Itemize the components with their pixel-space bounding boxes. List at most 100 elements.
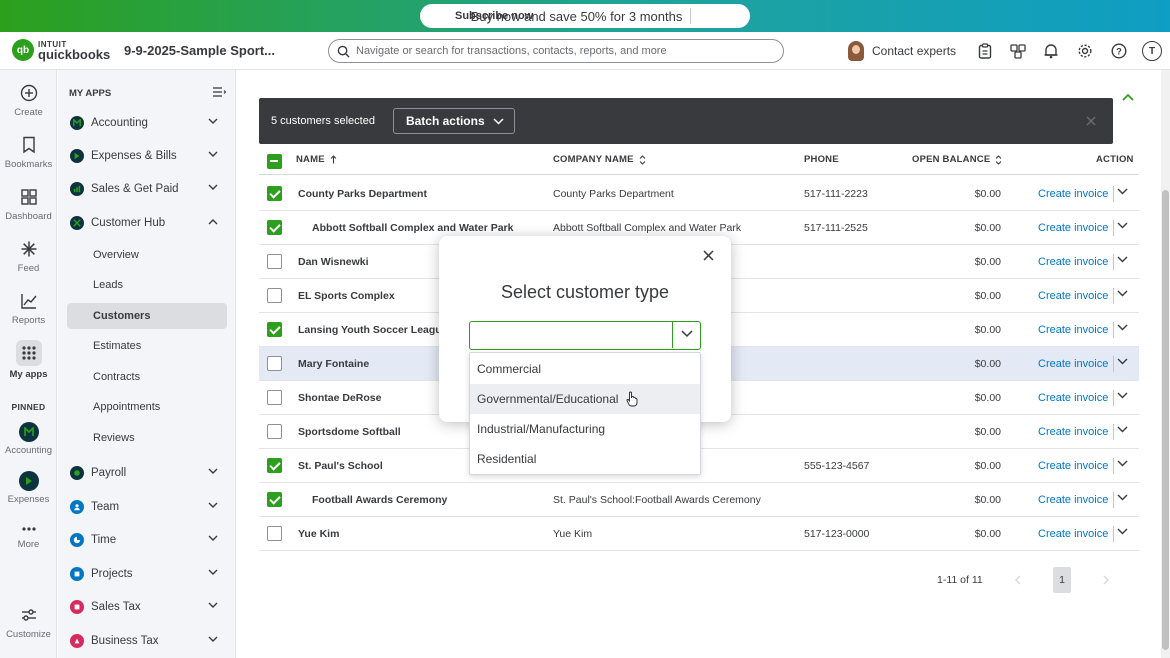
batch-actions-button[interactable]: Batch actions xyxy=(392,108,515,134)
create-invoice-link[interactable]: Create invoice xyxy=(1038,324,1108,336)
create-invoice-link[interactable]: Create invoice xyxy=(1038,528,1108,540)
nav-accounting[interactable]: Accounting xyxy=(58,111,236,135)
subscribe-now-link[interactable]: Subscribe now xyxy=(429,3,589,29)
chevron-down-icon[interactable] xyxy=(1117,494,1128,501)
create-invoice-link[interactable]: Create invoice xyxy=(1038,494,1108,506)
create-invoice-link[interactable]: Create invoice xyxy=(1038,392,1108,404)
close-icon[interactable] xyxy=(703,250,714,264)
rail-pinned-expenses[interactable]: Expenses xyxy=(0,471,57,505)
option-governmental-educational[interactable]: Governmental/Educational xyxy=(470,384,700,414)
nav-business-tax[interactable]: Business Tax xyxy=(58,629,236,653)
rail-bookmarks[interactable]: Bookmarks xyxy=(0,134,57,170)
table-row[interactable]: Football Awards Ceremony St. Paul's Scho… xyxy=(259,483,1139,517)
customer-name[interactable]: EL Sports Complex xyxy=(298,290,395,302)
chevron-down-icon[interactable] xyxy=(1117,528,1128,535)
table-row[interactable]: Yue Kim Yue Kim 517-123-0000 $0.00 Creat… xyxy=(259,517,1139,551)
rail-feed[interactable]: Feed xyxy=(0,238,57,274)
nav-sub-customers[interactable]: Customers xyxy=(67,303,227,329)
rail-more[interactable]: More xyxy=(0,522,57,550)
chevron-left-icon[interactable] xyxy=(1014,575,1021,585)
nav-customer-hub[interactable]: Customer Hub xyxy=(58,211,236,235)
collapse-up-icon[interactable] xyxy=(1122,90,1134,104)
row-checkbox[interactable] xyxy=(267,322,282,337)
row-checkbox[interactable] xyxy=(267,390,282,405)
chevron-down-icon[interactable] xyxy=(1117,392,1128,399)
customer-name[interactable]: Lansing Youth Soccer League xyxy=(298,324,448,336)
nav-sub-estimates[interactable]: Estimates xyxy=(67,333,227,359)
contact-experts-button[interactable]: Contact experts xyxy=(848,41,956,61)
gear-icon[interactable] xyxy=(1077,43,1093,59)
quickbooks-logo[interactable]: qb INTUIT quickbooks xyxy=(12,39,110,61)
clipboard-icon[interactable] xyxy=(977,43,993,59)
row-checkbox[interactable] xyxy=(267,288,282,303)
nav-expenses-bills[interactable]: Expenses & Bills xyxy=(58,144,236,168)
help-icon[interactable]: ? xyxy=(1111,43,1127,59)
customer-name[interactable]: Football Awards Ceremony xyxy=(312,494,447,506)
chevron-down-icon[interactable] xyxy=(1117,222,1128,229)
create-invoice-link[interactable]: Create invoice xyxy=(1038,188,1108,200)
select-all-checkbox[interactable] xyxy=(267,154,282,169)
close-batch-icon[interactable] xyxy=(1086,115,1096,129)
option-residential[interactable]: Residential xyxy=(470,444,700,474)
page-button[interactable]: 1 xyxy=(1053,567,1071,593)
collapse-sidebar-icon[interactable] xyxy=(212,86,227,101)
chevron-down-icon[interactable] xyxy=(1117,256,1128,263)
col-company-header[interactable]: COMPANY NAME xyxy=(553,154,646,165)
customer-type-select[interactable] xyxy=(469,321,701,350)
nav-sub-reviews[interactable]: Reviews xyxy=(67,425,227,451)
row-checkbox[interactable] xyxy=(267,220,282,235)
rail-my-apps[interactable]: My apps xyxy=(0,340,57,380)
scroll-thumb[interactable] xyxy=(1162,190,1169,650)
col-name-header[interactable]: NAME xyxy=(296,154,337,165)
create-invoice-link[interactable]: Create invoice xyxy=(1038,426,1108,438)
page-scrollbar[interactable] xyxy=(1161,70,1170,658)
search-input[interactable]: Navigate or search for transactions, con… xyxy=(328,39,784,63)
row-checkbox[interactable] xyxy=(267,492,282,507)
create-invoice-link[interactable]: Create invoice xyxy=(1038,358,1108,370)
user-avatar[interactable]: T xyxy=(1142,41,1162,61)
rail-dashboard[interactable]: Dashboard xyxy=(0,186,57,222)
col-balance-header[interactable]: OPEN BALANCE xyxy=(912,154,1002,165)
create-invoice-link[interactable]: Create invoice xyxy=(1038,460,1108,472)
apps-switch-icon[interactable] xyxy=(1010,43,1026,59)
row-checkbox[interactable] xyxy=(267,526,282,541)
table-row[interactable]: County Parks Department County Parks Dep… xyxy=(259,177,1139,211)
customer-name[interactable]: County Parks Department xyxy=(298,188,427,200)
create-invoice-link[interactable]: Create invoice xyxy=(1038,290,1108,302)
bell-icon[interactable] xyxy=(1043,43,1059,59)
nav-payroll[interactable]: Payroll xyxy=(58,461,236,485)
customer-name[interactable]: Sportsdome Softball xyxy=(298,426,401,438)
customer-name[interactable]: Dan Wisnewki xyxy=(298,256,369,268)
nav-sub-appointments[interactable]: Appointments xyxy=(67,394,227,420)
customer-name[interactable]: Mary Fontaine xyxy=(298,358,369,370)
row-checkbox[interactable] xyxy=(267,356,282,371)
chevron-down-icon[interactable] xyxy=(1117,188,1128,195)
nav-sales-tax[interactable]: Sales Tax xyxy=(58,595,236,619)
chevron-down-icon[interactable] xyxy=(1117,358,1128,365)
nav-sub-overview[interactable]: Overview xyxy=(67,242,227,268)
create-invoice-link[interactable]: Create invoice xyxy=(1038,222,1108,234)
option-industrial-manufacturing[interactable]: Industrial/Manufacturing xyxy=(470,414,700,444)
row-checkbox[interactable] xyxy=(267,254,282,269)
chevron-down-icon[interactable] xyxy=(1117,290,1128,297)
nav-sub-contracts[interactable]: Contracts xyxy=(67,364,227,390)
rail-pinned-accounting[interactable]: Accounting xyxy=(0,422,57,456)
nav-sales-get-paid[interactable]: Sales & Get Paid xyxy=(58,177,236,201)
row-checkbox[interactable] xyxy=(267,424,282,439)
nav-team[interactable]: Team xyxy=(58,495,236,519)
rail-customize[interactable]: Customize xyxy=(0,604,57,640)
chevron-down-icon[interactable] xyxy=(1117,460,1128,467)
option-commercial[interactable]: Commercial xyxy=(470,354,700,384)
nav-projects[interactable]: Projects xyxy=(58,562,236,586)
row-checkbox[interactable] xyxy=(267,458,282,473)
company-name[interactable]: 9-9-2025-Sample Sport... xyxy=(124,43,275,58)
chevron-down-icon[interactable] xyxy=(1117,324,1128,331)
chevron-down-icon[interactable] xyxy=(681,330,693,338)
customer-name[interactable]: Shontae DeRose xyxy=(298,392,381,404)
customer-name[interactable]: Yue Kim xyxy=(298,528,339,540)
chevron-right-icon[interactable] xyxy=(1103,575,1110,585)
customer-name[interactable]: Abbott Softball Complex and Water Park xyxy=(312,222,513,234)
rail-create[interactable]: Create xyxy=(0,82,57,118)
promo-pill[interactable]: Buy now and save 50% for 3 months Subscr… xyxy=(420,4,750,28)
customer-name[interactable]: St. Paul's School xyxy=(298,460,383,472)
